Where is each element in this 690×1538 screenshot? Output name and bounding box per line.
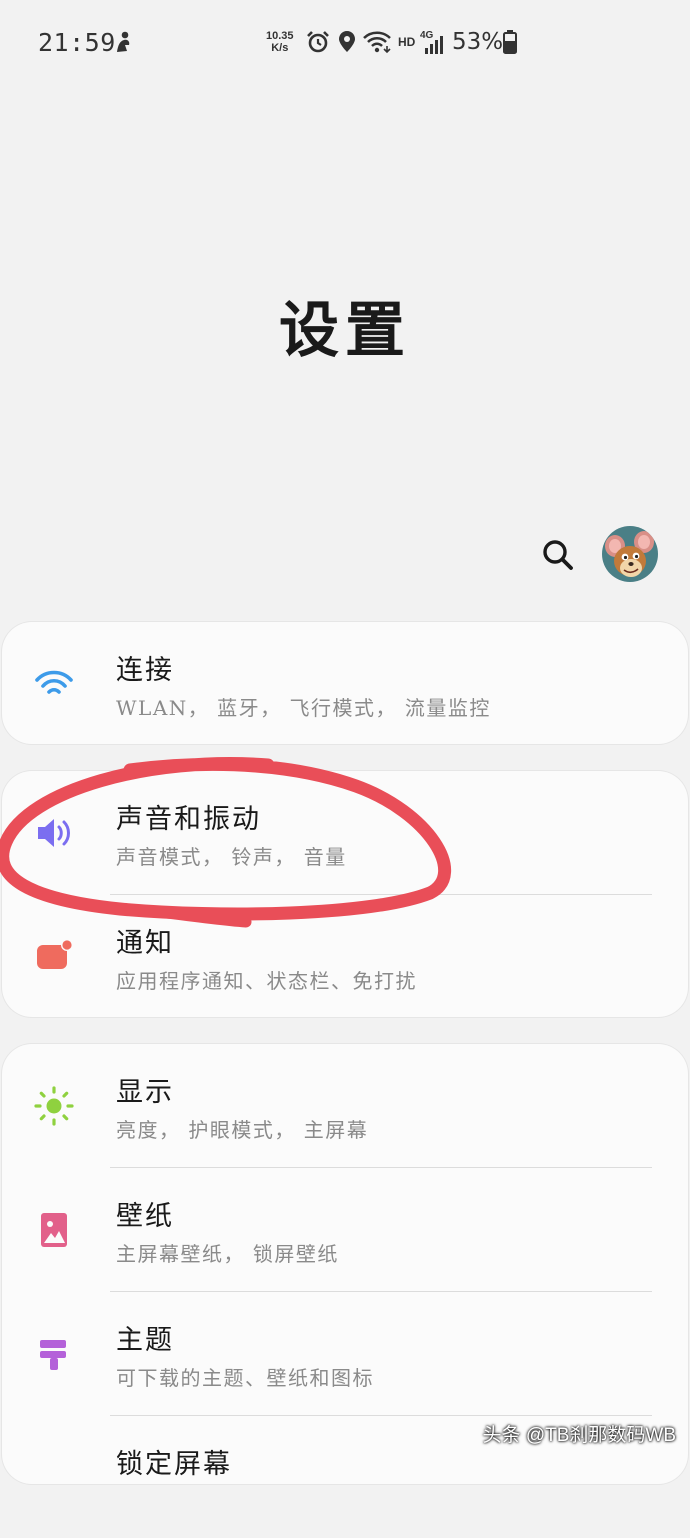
- alarm-icon: [307, 31, 329, 53]
- setting-wallpaper[interactable]: 壁纸 主屏幕壁纸， 锁屏壁纸: [2, 1168, 688, 1290]
- setting-title: 声音和振动: [116, 804, 261, 835]
- search-button[interactable]: [538, 535, 578, 575]
- setting-title: 显示: [116, 1077, 174, 1108]
- settings-group-connections: 连接 WLAN， 蓝牙， 飞行模式， 流量监控: [2, 622, 688, 744]
- page-title: 设置: [279, 296, 411, 366]
- wifi-status-icon: [363, 31, 391, 54]
- wifi-icon: [35, 670, 73, 694]
- setting-subtitle: 主屏幕壁纸， 锁屏壁纸: [116, 1242, 339, 1266]
- speaker-icon: [38, 819, 70, 847]
- theme-icon: [40, 1340, 66, 1370]
- setting-notifications[interactable]: 通知 应用程序通知、状态栏、免打扰: [2, 895, 688, 1017]
- setting-title: 壁纸: [116, 1201, 174, 1232]
- watermark: 头条 @TB刹那数码WB: [482, 1425, 676, 1446]
- signal-icon: [425, 36, 443, 54]
- setting-title: 连接: [116, 655, 174, 686]
- battery-icon: [503, 30, 517, 54]
- wallpaper-icon: [41, 1213, 67, 1247]
- setting-title: 主题: [116, 1325, 174, 1356]
- setting-subtitle: 应用程序通知、状态栏、免打扰: [116, 969, 417, 993]
- accessibility-icon: [117, 31, 130, 52]
- avatar-image: [602, 526, 658, 582]
- setting-display[interactable]: 显示 亮度， 护眼模式， 主屏幕: [2, 1044, 688, 1166]
- battery-percent: 53%: [452, 29, 504, 55]
- avatar[interactable]: [602, 526, 658, 582]
- status-bar: 21:59 10.35 K/s HD 4G 53%: [0, 0, 690, 86]
- setting-subtitle: 声音模式， 铃声， 音量: [116, 845, 347, 869]
- setting-sound-vibration[interactable]: 声音和振动 声音模式， 铃声， 音量: [2, 771, 688, 893]
- location-icon: [339, 31, 355, 52]
- setting-subtitle: WLAN， 蓝牙， 飞行模式， 流量监控: [116, 696, 491, 720]
- sun-icon: [34, 1086, 74, 1126]
- setting-subtitle: 可下载的主题、壁纸和图标: [116, 1366, 374, 1390]
- notification-icon: [37, 939, 73, 969]
- network-speed: 10.35 K/s: [266, 30, 294, 54]
- setting-title: 通知: [116, 928, 174, 959]
- setting-connections[interactable]: 连接 WLAN， 蓝牙， 飞行模式， 流量监控: [2, 622, 688, 744]
- search-icon: [543, 540, 573, 570]
- settings-group-sound-notifications: 声音和振动 声音模式， 铃声， 音量 通知 应用程序通知、状态栏、免打扰: [2, 771, 688, 1017]
- setting-themes[interactable]: 主题 可下载的主题、壁纸和图标: [2, 1292, 688, 1414]
- status-time: 21:59: [38, 28, 116, 57]
- hd-indicator: HD: [398, 35, 416, 49]
- setting-title: 锁定屏幕: [116, 1449, 232, 1480]
- setting-subtitle: 亮度， 护眼模式， 主屏幕: [116, 1118, 369, 1142]
- settings-group-display: 显示 亮度， 护眼模式， 主屏幕 壁纸 主屏幕壁纸， 锁屏壁纸 主题 可下载的主…: [2, 1044, 688, 1484]
